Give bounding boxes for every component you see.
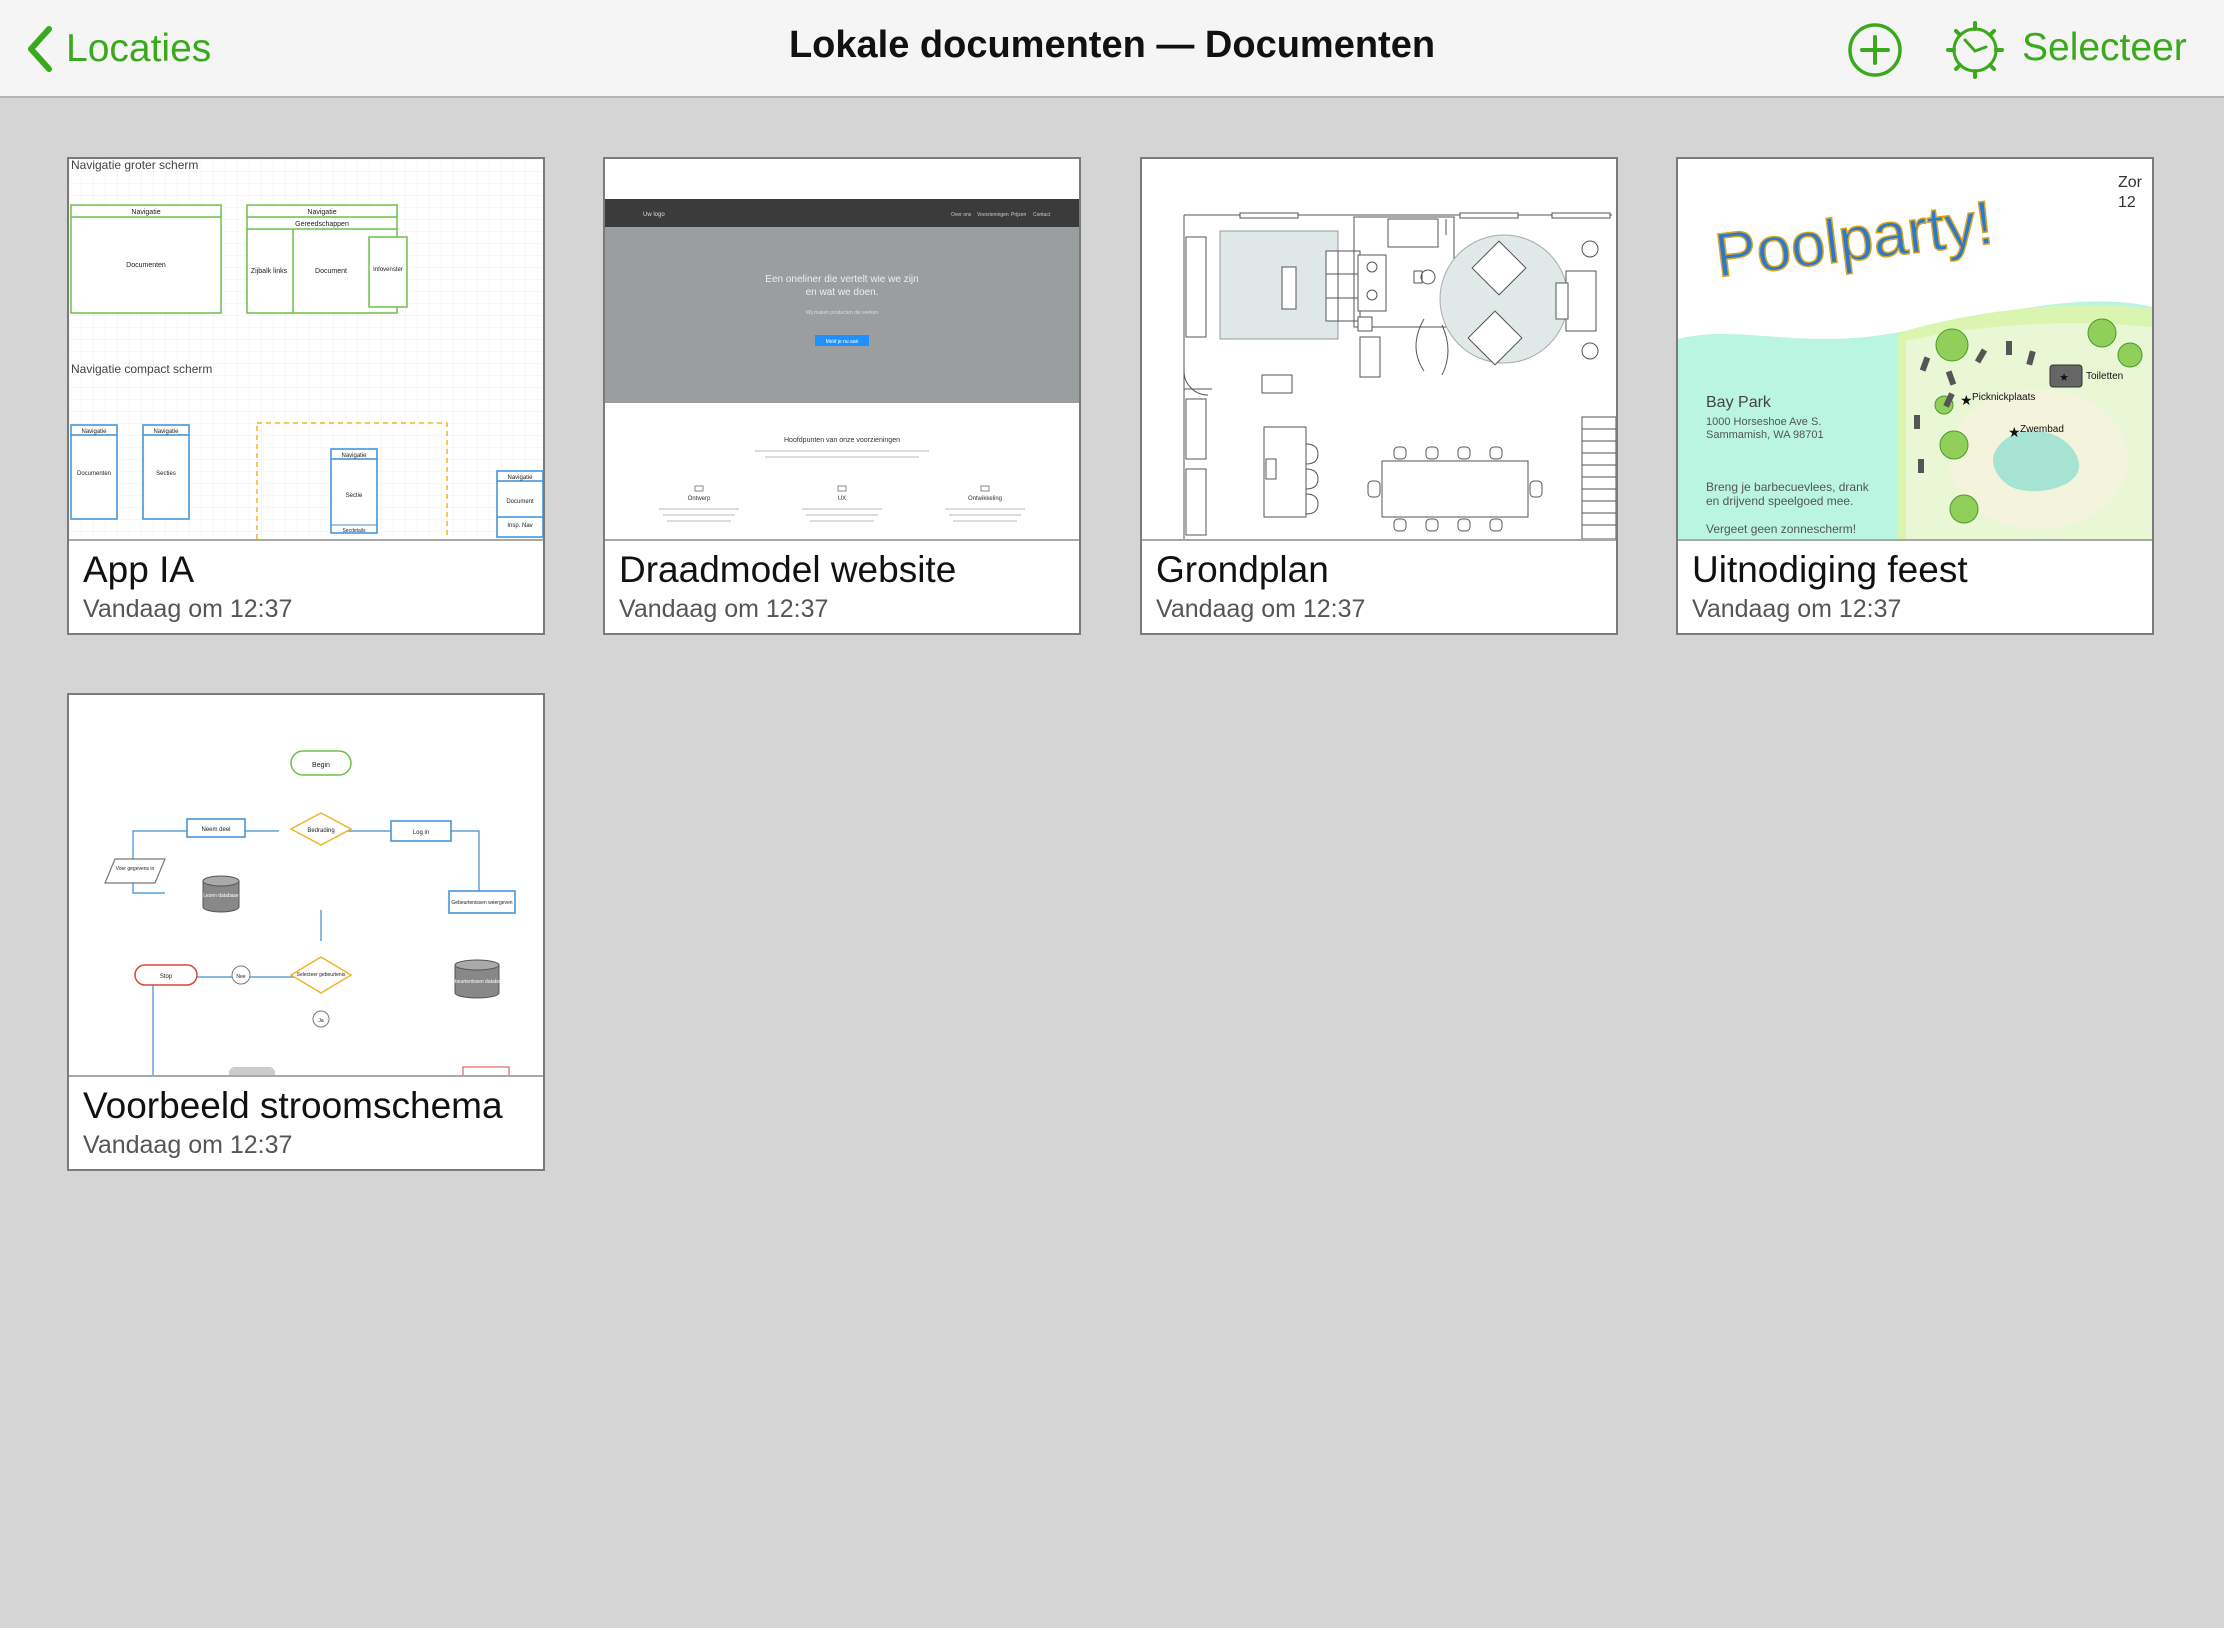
thumb-label: 12 bbox=[2118, 194, 2136, 211]
thumb-label: Toiletten bbox=[2086, 371, 2123, 382]
thumb-label: Infovenster bbox=[373, 267, 403, 273]
document-card-uitnodiging-feest[interactable]: ★ ★ ★ Picknickplaats Toiletten Zwembad P… bbox=[1676, 157, 2154, 635]
svg-text:★: ★ bbox=[2008, 424, 2021, 440]
thumb-label: en drijvend speelgoed mee. bbox=[1706, 494, 1853, 508]
thumb-label: Insp. Nav bbox=[507, 523, 532, 529]
document-title: Uitnodiging feest bbox=[1692, 549, 1968, 590]
document-info: App IA Vandaag om 12:37 bbox=[69, 539, 543, 633]
chevron-left-icon bbox=[28, 26, 52, 72]
document-card-grondplan[interactable]: Grondplan Vandaag om 12:37 bbox=[1140, 157, 1618, 635]
thumb-heading: Navigatie groter scherm bbox=[71, 159, 198, 172]
thumb-label: Vergeet geen zonnescherm! bbox=[1706, 522, 1856, 536]
thumb-label: Nee bbox=[236, 974, 245, 980]
thumb-label: Over ons bbox=[951, 212, 972, 218]
document-date: Vandaag om 12:37 bbox=[83, 595, 293, 623]
settings-button[interactable] bbox=[1945, 20, 2005, 80]
thumb-label: Zijbalk links bbox=[251, 268, 288, 275]
thumb-label: Gereedschappen bbox=[295, 221, 349, 228]
document-date: Vandaag om 12:37 bbox=[619, 595, 829, 623]
thumb-label: Breng je barbecuevlees, drank bbox=[1706, 480, 1870, 494]
select-button[interactable]: Selecteer bbox=[2022, 26, 2187, 70]
svg-text:★: ★ bbox=[2059, 372, 2069, 384]
plus-circle-icon bbox=[1848, 23, 1902, 77]
thumb-label: 1000 Horseshoe Ave S. bbox=[1706, 416, 1821, 428]
document-title: Grondplan bbox=[1156, 549, 1329, 590]
thumb-label: Begin bbox=[312, 762, 330, 769]
document-title: Voorbeeld stroomschema bbox=[83, 1085, 503, 1126]
thumb-label: UX bbox=[838, 496, 846, 502]
document-thumbnail: Begin Neem deel Bedrading Log in Voer ge… bbox=[69, 695, 543, 1075]
thumb-label: Ontwerp bbox=[688, 496, 711, 502]
thumb-label: Selecteer gebeurtenis bbox=[297, 972, 346, 978]
thumb-label: Wij maken producten die werken bbox=[806, 310, 879, 316]
thumb-label: Ontwikkeling bbox=[968, 496, 1002, 502]
document-thumbnail: ★ ★ ★ Picknickplaats Toiletten Zwembad P… bbox=[1678, 159, 2152, 539]
thumb-label: Hoofdpunten van onze voorzieningen bbox=[784, 437, 900, 444]
thumb-label: Navigatie bbox=[307, 209, 336, 216]
thumb-label: Navigatie bbox=[341, 453, 367, 459]
document-date: Vandaag om 12:37 bbox=[83, 1131, 293, 1159]
gear-icon bbox=[1946, 21, 2004, 79]
thumb-label: Navigatie bbox=[153, 429, 179, 435]
thumb-label: Gebeurtenissen database bbox=[448, 979, 505, 985]
thumb-label: Secdetails bbox=[342, 528, 366, 534]
thumb-label: Bedrading bbox=[307, 828, 334, 834]
thumb-label: Ja bbox=[318, 1018, 324, 1024]
thumb-label: Navigatie bbox=[81, 429, 107, 435]
back-button[interactable]: Locaties bbox=[22, 22, 211, 76]
thumb-label: Sammamish, WA 98701 bbox=[1706, 429, 1824, 441]
svg-text:★: ★ bbox=[1960, 392, 1973, 408]
document-title: Draadmodel website bbox=[619, 549, 957, 590]
document-info: Uitnodiging feest Vandaag om 12:37 bbox=[1678, 539, 2152, 633]
thumb-label: Sectie bbox=[346, 493, 363, 499]
add-document-button[interactable] bbox=[1847, 22, 1903, 78]
thumb-label: Secties bbox=[156, 471, 176, 477]
thumb-label: Zor bbox=[2118, 174, 2143, 191]
document-thumbnail: Navigatie groter scherm Navigatie Docume… bbox=[69, 159, 543, 539]
thumb-label: Navigatie bbox=[507, 475, 533, 481]
back-label: Locaties bbox=[66, 27, 212, 70]
thumb-label: Bay Park bbox=[1706, 394, 1772, 411]
document-date: Vandaag om 12:37 bbox=[1156, 595, 1366, 623]
thumb-label: Picknickplaats bbox=[1972, 392, 2035, 403]
document-card-draadmodel-website[interactable]: Uw logo Over ons Voorzieningen Prijzen C… bbox=[603, 157, 1081, 635]
thumb-label: Gebeurtenissen weergeven bbox=[451, 900, 512, 906]
thumb-label: Lezen database bbox=[203, 893, 239, 899]
document-card-voorbeeld-stroomschema[interactable]: Begin Neem deel Bedrading Log in Voer ge… bbox=[67, 693, 545, 1171]
navigation-bar: Locaties Lokale documenten — Documenten bbox=[0, 0, 2224, 98]
thumb-heading: Navigatie compact scherm bbox=[71, 362, 212, 376]
thumb-label: Prijzen bbox=[1011, 212, 1027, 218]
thumb-label: Contact bbox=[1033, 212, 1051, 218]
document-info: Grondplan Vandaag om 12:37 bbox=[1142, 539, 1616, 633]
thumb-label: Voer gegevens in bbox=[116, 866, 155, 872]
thumb-label: Voorzieningen bbox=[977, 212, 1009, 218]
document-date: Vandaag om 12:37 bbox=[1692, 595, 1902, 623]
thumb-label: Log in bbox=[413, 830, 429, 836]
thumb-label: en wat we doen. bbox=[806, 287, 879, 298]
document-thumbnail bbox=[1142, 159, 1616, 539]
thumb-label: Meld je nu aan bbox=[826, 339, 859, 345]
thumb-label: Navigatie bbox=[131, 209, 160, 216]
thumb-label: Stop bbox=[160, 974, 173, 980]
thumb-label: Zwembad bbox=[2020, 424, 2064, 435]
document-card-app-ia[interactable]: Navigatie groter scherm Navigatie Docume… bbox=[67, 157, 545, 635]
document-title: App IA bbox=[83, 549, 195, 590]
thumb-label: Documenten bbox=[126, 262, 166, 269]
document-thumbnail: Uw logo Over ons Voorzieningen Prijzen C… bbox=[605, 159, 1079, 539]
document-info: Draadmodel website Vandaag om 12:37 bbox=[605, 539, 1079, 633]
document-info: Voorbeeld stroomschema Vandaag om 12:37 bbox=[69, 1075, 543, 1169]
thumb-label: Document bbox=[506, 499, 534, 505]
thumb-label: Neem deel bbox=[201, 827, 230, 833]
thumb-label: Document bbox=[315, 268, 347, 275]
thumb-label: Uw logo bbox=[643, 212, 665, 218]
thumb-label: Documenten bbox=[77, 471, 111, 477]
thumb-label: Een oneliner die vertelt wie we zijn bbox=[765, 274, 918, 285]
